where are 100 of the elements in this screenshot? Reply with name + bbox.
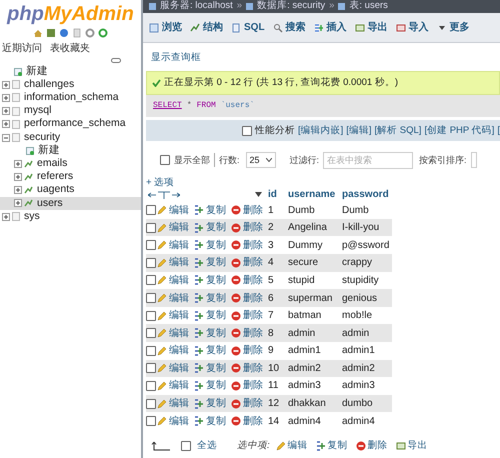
checkbox[interactable] bbox=[181, 440, 191, 451]
row-checkbox[interactable] bbox=[146, 310, 156, 321]
sql-keyword[interactable]: SELECT bbox=[153, 100, 182, 112]
tree-item[interactable]: emails bbox=[37, 156, 68, 172]
tree-item[interactable]: referers bbox=[37, 169, 74, 185]
expand-icon[interactable] bbox=[2, 212, 10, 221]
action-link[interactable]: 复制 bbox=[194, 396, 226, 412]
action-link[interactable]: 编辑 bbox=[157, 202, 189, 218]
tab[interactable]: 更多 bbox=[432, 16, 474, 40]
tree-item[interactable]: sys bbox=[24, 208, 40, 225]
action-link[interactable]: 删除 bbox=[231, 308, 263, 324]
expand-icon[interactable] bbox=[14, 160, 22, 168]
tab[interactable]: 导出 bbox=[350, 16, 392, 40]
tab[interactable]: 搜索 bbox=[268, 16, 310, 40]
row-checkbox[interactable] bbox=[146, 380, 156, 391]
action-link[interactable]: 编辑 bbox=[157, 290, 189, 306]
breadcrumb-link[interactable]: 数据库: security bbox=[257, 0, 326, 14]
action-link[interactable]: 编辑 bbox=[157, 343, 189, 358]
action-link[interactable]: 删除 bbox=[231, 414, 263, 429]
action-link[interactable]: 编辑 bbox=[157, 360, 189, 376]
row-checkbox[interactable] bbox=[146, 293, 156, 304]
tab[interactable]: 导入 bbox=[392, 16, 433, 40]
filter-field[interactable]: 在表中搜索 bbox=[323, 152, 414, 169]
action-link[interactable]: 复制 bbox=[194, 326, 226, 341]
action-link[interactable]: 复制 bbox=[194, 360, 226, 376]
tab[interactable]: 浏览 bbox=[145, 16, 186, 40]
action-link[interactable]: 删除 bbox=[356, 438, 388, 454]
action-link[interactable]: 编辑 bbox=[157, 396, 189, 412]
action-link[interactable]: 复制 bbox=[194, 238, 226, 253]
tab[interactable]: 插入 bbox=[310, 16, 351, 40]
column-header[interactable]: username bbox=[288, 187, 342, 202]
checkbox-label[interactable]: 全选 bbox=[197, 438, 217, 454]
toolbar-link[interactable]: [创建 PHP 代码] bbox=[424, 124, 494, 138]
expand-icon[interactable] bbox=[2, 94, 10, 102]
action-link[interactable]: 编辑 bbox=[157, 272, 189, 288]
action-link[interactable]: 编辑 bbox=[276, 438, 308, 454]
collapse-icon[interactable] bbox=[2, 134, 10, 142]
action-link[interactable]: 删除 bbox=[231, 326, 263, 341]
checkbox[interactable] bbox=[160, 155, 170, 166]
tab[interactable]: 结构 bbox=[186, 16, 227, 40]
action-link[interactable]: 删除 bbox=[231, 238, 263, 253]
toolbar-link[interactable]: [编辑] bbox=[346, 124, 372, 138]
column-header[interactable]: password bbox=[342, 187, 392, 202]
expand-icon[interactable] bbox=[14, 199, 22, 208]
action-link[interactable]: 删除 bbox=[231, 255, 263, 270]
tree-item[interactable]: 新建 bbox=[26, 64, 48, 80]
action-link[interactable]: 编辑 bbox=[157, 326, 189, 341]
tree-item[interactable]: security bbox=[24, 130, 60, 146]
action-link[interactable]: 编辑 bbox=[157, 308, 189, 324]
action-link[interactable]: 删除 bbox=[231, 378, 263, 394]
checkbox[interactable] bbox=[242, 126, 252, 136]
row-checkbox[interactable] bbox=[146, 258, 156, 268]
tree-item[interactable]: 新建 bbox=[38, 142, 60, 159]
action-link[interactable]: 复制 bbox=[194, 343, 226, 358]
action-link[interactable]: 编辑 bbox=[157, 414, 189, 429]
row-checkbox[interactable] bbox=[146, 398, 156, 409]
row-checkbox[interactable] bbox=[146, 416, 156, 426]
action-link[interactable]: 删除 bbox=[231, 272, 263, 288]
row-checkbox[interactable] bbox=[146, 205, 156, 216]
action-link[interactable]: 删除 bbox=[231, 220, 263, 236]
action-link[interactable]: 复制 bbox=[194, 290, 226, 306]
rows-dropdown[interactable]: 25 bbox=[246, 152, 276, 168]
action-link[interactable]: 导出 bbox=[396, 438, 428, 454]
nav-link[interactable]: 近期访问 bbox=[2, 41, 42, 56]
action-link[interactable]: 删除 bbox=[231, 396, 263, 412]
row-checkbox[interactable] bbox=[146, 346, 156, 356]
action-link[interactable]: 编辑 bbox=[157, 220, 189, 236]
action-link[interactable]: 复制 bbox=[194, 202, 226, 218]
action-link[interactable]: 删除 bbox=[231, 202, 263, 218]
action-link[interactable]: 复制 bbox=[194, 272, 226, 288]
row-checkbox[interactable] bbox=[146, 240, 156, 250]
row-checkbox[interactable] bbox=[146, 328, 156, 338]
expand-icon[interactable] bbox=[14, 186, 22, 194]
action-link[interactable]: 复制 bbox=[194, 220, 226, 236]
nav-link[interactable]: 表收藏夹 bbox=[50, 41, 90, 56]
action-link[interactable]: 复制 bbox=[194, 308, 226, 324]
breadcrumb-link[interactable]: 表: users bbox=[349, 0, 388, 14]
expand-icon[interactable] bbox=[2, 80, 10, 89]
action-link[interactable]: 删除 bbox=[231, 290, 263, 306]
expand-icon[interactable] bbox=[2, 120, 10, 128]
toolbar-link[interactable]: [ bbox=[497, 124, 500, 138]
tab[interactable]: SQL bbox=[227, 16, 269, 40]
options-link[interactable]: + 选项 bbox=[146, 177, 174, 188]
row-checkbox[interactable] bbox=[146, 275, 156, 286]
action-link[interactable]: 编辑 bbox=[157, 378, 189, 394]
action-link[interactable]: 删除 bbox=[231, 360, 263, 376]
action-link[interactable]: 复制 bbox=[194, 255, 226, 270]
expand-icon[interactable] bbox=[14, 173, 22, 182]
action-link[interactable]: 复制 bbox=[194, 378, 226, 394]
row-checkbox[interactable] bbox=[146, 363, 156, 374]
breadcrumb-link[interactable]: 服务器: localhost bbox=[160, 0, 233, 14]
column-header[interactable]: id bbox=[268, 187, 288, 202]
tree-item[interactable]: uagents bbox=[37, 182, 74, 198]
action-link[interactable]: 复制 bbox=[316, 438, 348, 454]
tree-item[interactable]: challenges bbox=[24, 76, 74, 93]
action-link[interactable]: 编辑 bbox=[157, 255, 189, 270]
tree-item[interactable]: information_schema bbox=[24, 90, 119, 106]
expand-icon[interactable] bbox=[2, 107, 10, 116]
logo[interactable]: phpMyAdmin bbox=[0, 2, 141, 26]
toolbar-link[interactable]: [解析 SQL] bbox=[374, 124, 422, 138]
